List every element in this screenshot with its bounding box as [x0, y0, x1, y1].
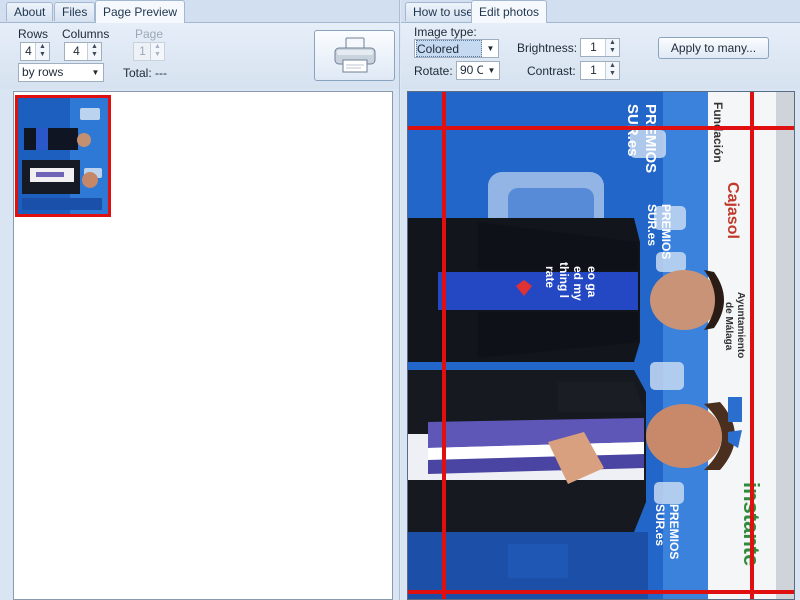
- banner-premios-low: PREMIOS: [667, 504, 681, 559]
- rotate-select[interactable]: 90 C ▼: [456, 61, 500, 80]
- total-label: Total: ---: [123, 66, 168, 80]
- spin-up-icon[interactable]: ▲: [606, 39, 619, 47]
- right-pane: How to use Edit photos Image type: Color…: [401, 0, 800, 600]
- tab-files[interactable]: Files: [54, 2, 96, 21]
- brightness-label: Brightness:: [517, 41, 578, 55]
- spin-up-icon[interactable]: ▲: [88, 43, 101, 51]
- edit-toolbar: Image type: Colored ▼ Rotate: 90 C ▼ Bri…: [401, 23, 800, 89]
- banner-sur-mid: SUR.es: [645, 204, 659, 246]
- columns-spinner-arrows[interactable]: ▲ ▼: [87, 43, 101, 60]
- spin-down-icon[interactable]: ▼: [606, 70, 619, 78]
- edited-photo: PREMIOS SUR.es PREMIOS SUR.es PREMIOS SU…: [408, 92, 794, 599]
- page-value: 1: [139, 44, 146, 58]
- spin-up-icon[interactable]: ▲: [606, 62, 619, 70]
- banner-sur-low: SUR.es: [653, 504, 667, 546]
- spin-down-icon[interactable]: ▼: [88, 51, 101, 59]
- tab-edit-photos[interactable]: Edit photos: [471, 0, 548, 23]
- columns-value: 4: [73, 44, 80, 58]
- page-spinner-arrows[interactable]: ▲ ▼: [150, 43, 164, 60]
- brightness-spinner[interactable]: 1 ▲ ▼: [580, 38, 620, 57]
- chevron-down-icon[interactable]: ▼: [484, 62, 499, 79]
- shirt-text-1: eo ga: [585, 266, 599, 298]
- banner-ayuntamiento: Ayuntamiento: [735, 292, 746, 358]
- image-type-label: Image type:: [414, 25, 477, 39]
- chevron-down-icon[interactable]: ▼: [88, 64, 103, 81]
- image-type-select[interactable]: Colored ▼: [414, 39, 499, 58]
- banner-premios-top: PREMIOS: [642, 104, 659, 173]
- shirt-text-2: ed my: [571, 266, 585, 301]
- spin-down-icon[interactable]: ▼: [36, 51, 49, 59]
- banner-sur-top: SUR.es: [624, 104, 641, 157]
- thumbnail-image: [18, 98, 108, 214]
- apply-to-many-button[interactable]: Apply to many...: [658, 37, 769, 59]
- rotate-label: Rotate:: [414, 64, 453, 78]
- photo-edit-area[interactable]: PREMIOS SUR.es PREMIOS SUR.es PREMIOS SU…: [407, 91, 795, 600]
- brightness-spinner-arrows[interactable]: ▲ ▼: [605, 39, 619, 56]
- columns-label: Columns: [62, 27, 110, 41]
- contrast-spinner[interactable]: 1 ▲ ▼: [580, 61, 620, 80]
- contrast-spinner-arrows[interactable]: ▲ ▼: [605, 62, 619, 79]
- printer-icon: [334, 37, 375, 73]
- layout-toolbar: Rows 4 ▲ ▼ Columns 4 ▲ ▼ by rows ▼ Page 1 …: [0, 23, 399, 89]
- right-tab-bar: How to use Edit photos: [401, 0, 800, 23]
- tab-about[interactable]: About: [6, 2, 54, 21]
- banner-de-malaga: de Málaga: [723, 302, 734, 351]
- rows-spinner-arrows[interactable]: ▲ ▼: [35, 43, 49, 60]
- order-select[interactable]: by rows ▼: [18, 63, 104, 82]
- banner-fundacion: Fundación: [711, 102, 725, 163]
- left-pane: About Files Page Preview Rows 4 ▲ ▼ Colum…: [0, 0, 400, 600]
- page-preview-area[interactable]: [13, 91, 393, 600]
- print-button[interactable]: [314, 30, 395, 81]
- rotate-value: 90 C: [460, 63, 483, 77]
- spin-down-icon[interactable]: ▼: [606, 47, 619, 55]
- spin-up-icon[interactable]: ▲: [36, 43, 49, 51]
- shirt-text-3: thing l: [557, 262, 571, 298]
- spin-down-icon[interactable]: ▼: [151, 51, 164, 59]
- columns-spinner[interactable]: 4 ▲ ▼: [64, 42, 102, 61]
- image-type-value: Colored: [416, 40, 482, 57]
- chevron-down-icon[interactable]: ▼: [483, 40, 498, 57]
- tab-page-preview[interactable]: Page Preview: [95, 0, 186, 23]
- brightness-value: 1: [590, 40, 597, 54]
- order-value: by rows: [22, 65, 64, 79]
- banner-cajasol: Cajasol: [724, 182, 741, 239]
- banner-premios-mid: PREMIOS: [659, 204, 673, 259]
- page-spinner[interactable]: 1 ▲ ▼: [133, 42, 165, 61]
- photo-thumbnail[interactable]: [15, 95, 111, 217]
- shirt-text-4: rate: [543, 266, 557, 288]
- tab-how-to-use[interactable]: How to use: [405, 2, 482, 21]
- rows-value: 4: [25, 44, 32, 58]
- rows-label: Rows: [18, 27, 49, 41]
- page-label: Page: [135, 27, 164, 41]
- spin-up-icon[interactable]: ▲: [151, 43, 164, 51]
- contrast-value: 1: [590, 63, 597, 77]
- rows-spinner[interactable]: 4 ▲ ▼: [20, 42, 50, 61]
- left-tab-bar: About Files Page Preview: [0, 0, 399, 23]
- contrast-label: Contrast:: [527, 64, 576, 78]
